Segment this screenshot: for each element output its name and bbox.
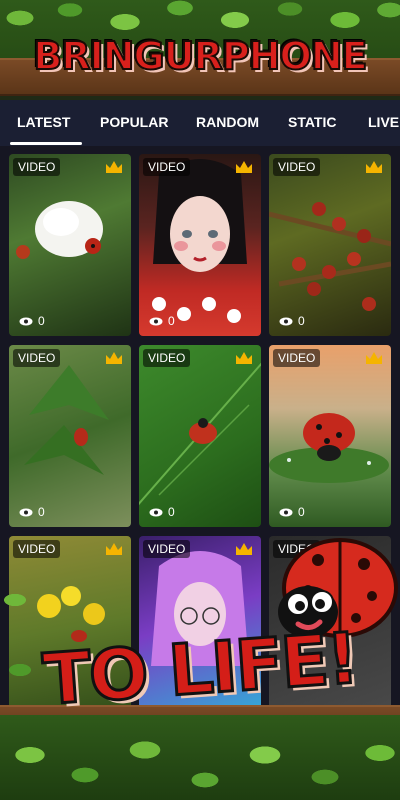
view-count: 0 [279,505,305,519]
video-badge: VIDEO [143,540,191,558]
wallpaper-tile[interactable]: VIDEO 0 [269,345,391,527]
view-count-value: 0 [168,314,175,328]
view-count-value: 0 [298,314,305,328]
banner-title: BRINGURPHONE [32,33,368,79]
view-count: 0 [149,314,175,328]
wallpaper-tile[interactable]: VIDEO 0 [9,154,131,336]
eye-icon [19,317,33,325]
tab-latest[interactable]: LATEST [17,114,70,130]
video-badge: VIDEO [273,349,321,367]
view-count: 0 [19,505,45,519]
tab-random[interactable]: RANDOM [196,114,259,130]
video-badge: VIDEO [273,158,321,176]
crown-icon [236,161,252,173]
tab-live[interactable]: LIVE [368,114,399,130]
view-count: 0 [149,505,175,519]
crown-icon [236,543,252,555]
tile-thumbnail [24,365,109,475]
wallpaper-tile[interactable]: VIDEO 0 [139,154,261,336]
view-count: 0 [279,314,305,328]
crown-icon [366,161,382,173]
wallpaper-tile[interactable]: VIDEO 0 [139,345,261,527]
crown-icon [106,161,122,173]
view-count-value: 0 [298,505,305,519]
tile-thumbnail [269,202,391,311]
view-count: 0 [19,314,45,328]
eye-icon [279,508,293,516]
wallpaper-tile[interactable]: VIDEO 0 [269,154,391,336]
tile-thumbnail [152,159,247,323]
view-count-value: 0 [38,314,45,328]
crown-icon [106,352,122,364]
video-badge: VIDEO [143,158,191,176]
crown-icon [236,352,252,364]
tab-active-indicator [10,142,82,145]
tile-thumbnail [139,362,261,506]
tab-bar: LATEST POPULAR RANDOM STATIC LIVE [0,100,400,146]
eye-icon [149,317,163,325]
crown-icon [366,352,382,364]
eye-icon [19,508,33,516]
video-badge: VIDEO [13,349,61,367]
eye-icon [279,317,293,325]
wallpaper-tile[interactable]: VIDEO 0 [9,345,131,527]
crown-icon [106,543,122,555]
video-badge: VIDEO [13,540,61,558]
eye-icon [149,508,163,516]
view-count-value: 0 [38,505,45,519]
tile-thumbnail [16,201,103,259]
leaf-border-bottom [0,715,400,800]
video-badge: VIDEO [143,349,191,367]
tile-thumbnail [269,413,389,483]
view-count-value: 0 [168,505,175,519]
video-badge: VIDEO [13,158,61,176]
tab-static[interactable]: STATIC [288,114,336,130]
tab-popular[interactable]: POPULAR [100,114,168,130]
